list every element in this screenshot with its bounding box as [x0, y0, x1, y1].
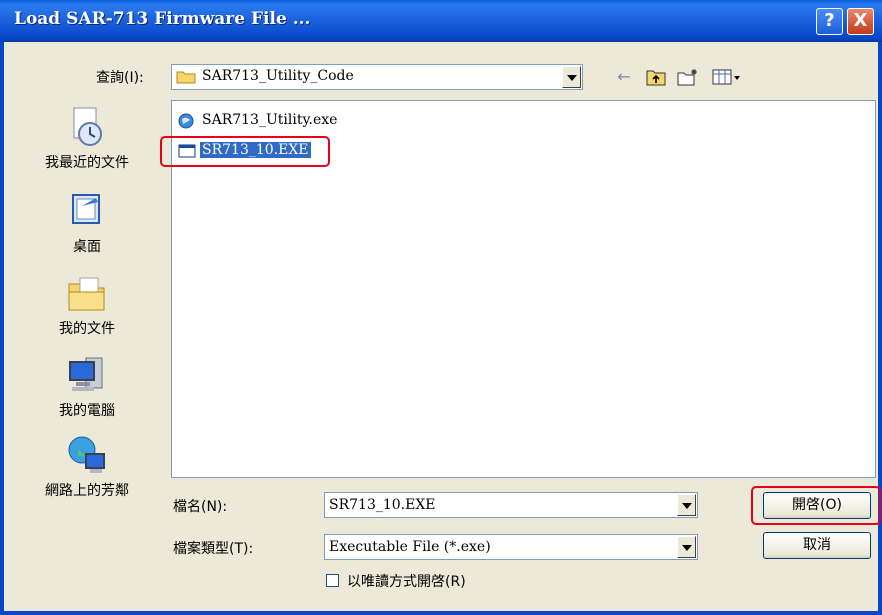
- view-menu-icon: [712, 69, 740, 85]
- up-folder-icon: [646, 70, 666, 86]
- place-my-computer[interactable]: 我的電腦: [12, 354, 162, 420]
- my-computer-icon: [69, 357, 103, 391]
- new-folder-icon: [677, 69, 697, 86]
- window-frame-bottom: [0, 611, 882, 615]
- filename-combo[interactable]: SR713_10.EXE: [324, 492, 698, 518]
- highlight-annotation-file: [160, 136, 330, 167]
- my-documents-icon: [68, 277, 105, 311]
- filetype-dropdown[interactable]: Executable File (*.exe): [324, 534, 698, 560]
- back-button[interactable]: ←: [612, 66, 636, 88]
- filetype-label: 檔案類型(T):: [173, 541, 254, 557]
- file-name: SAR713_Utility.exe: [202, 112, 338, 128]
- executable-app-icon: [178, 113, 194, 129]
- lookin-dropdown[interactable]: SAR713_Utility_Code: [171, 64, 583, 90]
- place-my-documents[interactable]: 我的文件: [12, 272, 162, 338]
- lookin-value: SAR713_Utility_Code: [202, 68, 354, 84]
- close-icon: X: [853, 10, 868, 31]
- open-file-dialog: Load SAR-713 Firmware File ... ? X 查詢(I)…: [0, 0, 882, 615]
- chevron-down-icon[interactable]: [562, 66, 581, 88]
- filename-value: SR713_10.EXE: [329, 497, 436, 513]
- title-bar[interactable]: Load SAR-713 Firmware File ... ? X: [0, 0, 882, 42]
- filename-label: 檔名(N):: [173, 499, 228, 515]
- recent-documents-icon: [73, 107, 102, 146]
- desktop-icon: [72, 194, 100, 224]
- place-label: 我最近的文件: [45, 155, 129, 171]
- up-folder-button[interactable]: [644, 66, 668, 88]
- places-bar: 我最近的文件 桌面 我的文件 我的電腦 網路上的芳鄰: [12, 100, 162, 530]
- new-folder-button[interactable]: [676, 66, 700, 88]
- folder-icon: [176, 71, 196, 84]
- readonly-label: 以唯讀方式開啓(R): [347, 574, 466, 590]
- window-frame-left: [0, 42, 4, 615]
- place-label: 我的文件: [59, 321, 115, 337]
- place-label: 我的電腦: [59, 403, 115, 419]
- help-icon: ?: [824, 10, 835, 31]
- back-arrow-icon: ←: [617, 67, 631, 86]
- place-desktop[interactable]: 桌面: [12, 190, 162, 256]
- highlight-annotation-open: [751, 486, 881, 525]
- chevron-down-icon[interactable]: [677, 536, 696, 558]
- cancel-button[interactable]: 取消: [763, 532, 871, 559]
- place-label: 桌面: [73, 239, 101, 255]
- window-title: Load SAR-713 Firmware File ...: [14, 9, 311, 29]
- network-places-icon: [68, 436, 105, 473]
- help-button[interactable]: ?: [816, 8, 843, 35]
- close-button[interactable]: X: [847, 8, 874, 35]
- chevron-down-icon[interactable]: [677, 494, 696, 516]
- place-recent-documents[interactable]: 我最近的文件: [12, 106, 162, 172]
- readonly-checkbox[interactable]: [326, 574, 339, 587]
- view-menu-button[interactable]: [710, 66, 744, 88]
- place-network-places[interactable]: 網路上的芳鄰: [12, 434, 162, 500]
- place-label: 網路上的芳鄰: [45, 483, 129, 499]
- filetype-value: Executable File (*.exe): [329, 539, 491, 555]
- window-frame-right: [878, 42, 882, 615]
- lookin-label: 查詢(I):: [96, 70, 144, 86]
